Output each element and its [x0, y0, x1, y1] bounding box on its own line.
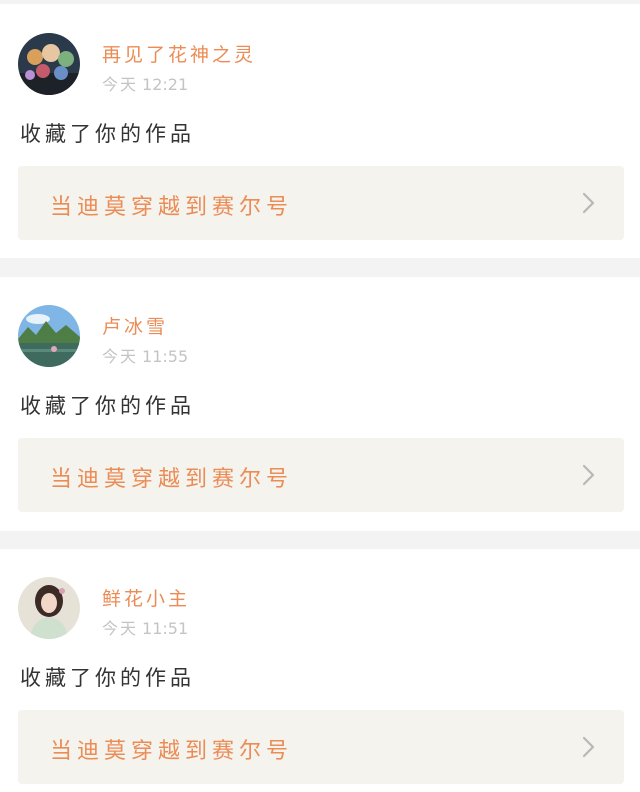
- username[interactable]: 再见了花神之灵: [102, 40, 256, 67]
- timestamp: 今天 12:21: [102, 71, 188, 95]
- work-title: 当迪莫穿越到赛尔号: [50, 739, 294, 764]
- timestamp-day: 今天: [102, 619, 139, 638]
- timestamp-clock: 12:21: [142, 75, 189, 94]
- work-title: 当迪莫穿越到赛尔号: [50, 195, 294, 220]
- work-link[interactable]: 当迪莫穿越到赛尔号: [18, 438, 624, 512]
- timestamp: 今天 11:55: [102, 343, 188, 367]
- work-link[interactable]: 当迪莫穿越到赛尔号: [18, 166, 624, 240]
- timestamp-clock: 11:51: [142, 619, 189, 638]
- work-title: 当迪莫穿越到赛尔号: [50, 467, 294, 492]
- username[interactable]: 鲜花小主: [102, 584, 190, 611]
- action-text: 收藏了你的作品: [20, 394, 195, 418]
- avatar[interactable]: [18, 305, 80, 367]
- timestamp-day: 今天: [102, 347, 139, 366]
- action-text: 收藏了你的作品: [20, 666, 195, 690]
- notification-card: 再见了花神之灵 今天 12:21 收藏了你的作品 当迪莫穿越到赛尔号: [0, 4, 640, 258]
- notification-card: 鲜花小主 今天 11:51 收藏了你的作品 当迪莫穿越到赛尔号: [0, 549, 640, 792]
- username[interactable]: 卢冰雪: [102, 312, 168, 339]
- chevron-right-icon: [582, 464, 596, 486]
- chevron-right-icon: [582, 736, 596, 758]
- girl-portrait-avatar-icon: [18, 577, 80, 639]
- avatar[interactable]: [18, 33, 80, 95]
- landscape-avatar-icon: [18, 305, 80, 367]
- work-link[interactable]: 当迪莫穿越到赛尔号: [18, 710, 624, 784]
- notification-card: 卢冰雪 今天 11:55 收藏了你的作品 当迪莫穿越到赛尔号: [0, 277, 640, 531]
- cartoon-group-avatar-icon: [18, 33, 80, 95]
- notification-feed: 再见了花神之灵 今天 12:21 收藏了你的作品 当迪莫穿越到赛尔号 卢冰雪 今…: [0, 0, 640, 792]
- action-text: 收藏了你的作品: [20, 122, 195, 146]
- chevron-right-icon: [582, 192, 596, 214]
- timestamp-clock: 11:55: [142, 347, 189, 366]
- avatar[interactable]: [18, 577, 80, 639]
- timestamp: 今天 11:51: [102, 615, 188, 639]
- timestamp-day: 今天: [102, 75, 139, 94]
